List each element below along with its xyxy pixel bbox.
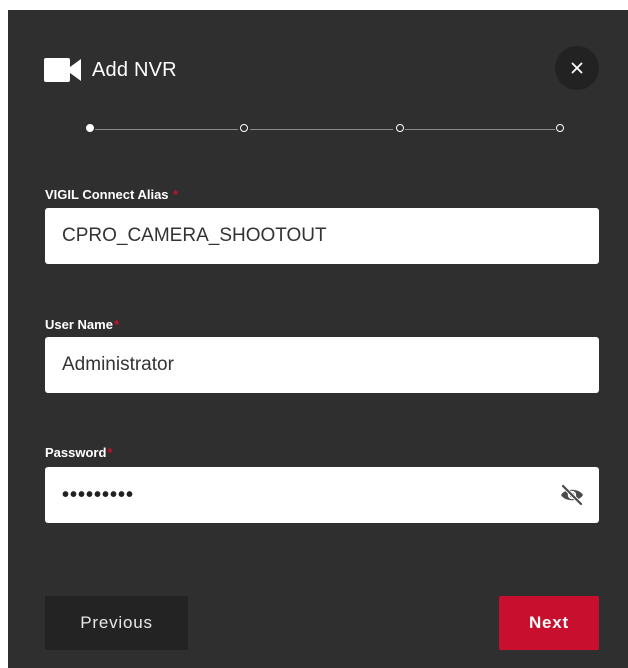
dialog-header: Add NVR: [44, 56, 177, 84]
previous-button[interactable]: Previous: [45, 596, 188, 650]
password-masked-value: •••••••••: [62, 483, 135, 506]
stepper-connector: [250, 129, 393, 130]
username-input[interactable]: Administrator: [45, 337, 599, 393]
stepper-connector: [95, 129, 238, 130]
alias-input[interactable]: CPRO_CAMERA_SHOOTOUT: [45, 208, 599, 264]
close-icon: [571, 62, 583, 74]
dialog-title: Add NVR: [92, 58, 177, 81]
password-input[interactable]: •••••••••: [45, 467, 599, 523]
eye-slash-icon[interactable]: [559, 482, 585, 508]
alias-label: VIGIL Connect Alias *: [45, 187, 178, 202]
close-button[interactable]: [555, 46, 599, 90]
step-1-indicator: [86, 124, 94, 132]
required-marker: *: [113, 317, 119, 332]
password-label-text: Password: [45, 445, 107, 460]
next-button[interactable]: Next: [499, 596, 599, 650]
alias-label-text: VIGIL Connect Alias: [45, 187, 169, 202]
password-label: Password*: [45, 445, 112, 460]
wizard-stepper: [86, 123, 564, 137]
add-nvr-dialog: Add NVR VIGIL Connect Alias * CPRO_CAMER…: [8, 10, 628, 668]
step-2-indicator: [240, 124, 248, 132]
username-label-text: User Name: [45, 317, 113, 332]
required-marker: *: [107, 445, 113, 460]
step-4-indicator: [556, 124, 564, 132]
alias-input-value: CPRO_CAMERA_SHOOTOUT: [62, 225, 327, 246]
step-3-indicator: [396, 124, 404, 132]
required-marker: *: [173, 187, 179, 202]
stepper-connector: [405, 129, 555, 130]
username-label: User Name*: [45, 317, 119, 332]
video-camera-icon: [44, 57, 82, 83]
username-input-value: Administrator: [62, 354, 174, 375]
